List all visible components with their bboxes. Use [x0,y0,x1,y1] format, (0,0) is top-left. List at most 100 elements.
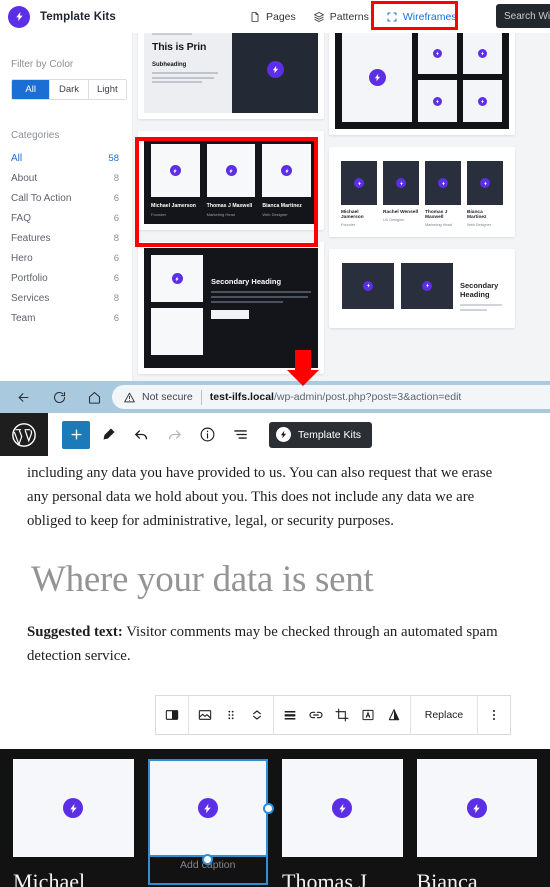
undo-icon[interactable] [126,420,156,449]
brand-title: Template Kits [40,10,116,23]
template-kits-button[interactable]: Template Kits [269,421,373,448]
category-name: Services [11,292,50,304]
reload-icon[interactable] [50,388,68,406]
lightning-bolt-icon [433,48,442,58]
category-item-all[interactable]: All 58 [0,148,132,168]
paragraph-block-suggested-text[interactable]: Suggested text: Visitor comments may be … [0,601,550,669]
browser-window: Not secure test-ilfs.local/wp-admin/post… [0,381,550,887]
team-four-grid: Michael Jamerson Founder Rachel Wensell … [335,153,509,231]
library-nav: Pages Patterns Wireframes [249,0,457,33]
member-image-placeholder[interactable] [13,759,134,857]
team-column-michael-jamerson[interactable]: Michael Jamerson [13,759,134,887]
image-placeholder [401,262,453,309]
wireframe-gallery[interactable]: This is Prin Subheading Michael Jamerson… [133,33,550,381]
category-count: 6 [113,212,119,224]
category-name: Call To Action [11,192,72,204]
list-view-icon[interactable] [225,420,255,449]
wireframe-card-team-four[interactable]: Michael Jamerson Founder Rachel Wensell … [329,147,515,237]
secondary-body-lines [211,291,311,303]
search-input[interactable]: Search Wireframes [496,4,550,28]
wireframe-card-gallery-grid[interactable] [329,33,515,135]
wireframe-card-team-three[interactable]: Michael Jamerson Founder Thomas J Maxwel… [138,131,324,230]
member-role: Founder [151,212,166,217]
member-image-placeholder[interactable] [282,759,403,857]
category-item-about[interactable]: About 8 [0,168,132,188]
link-icon[interactable] [303,696,329,734]
tools-pencil-icon[interactable] [93,420,123,449]
hero-image-side [232,33,318,113]
omnibox-divider [200,389,202,405]
color-filter-light[interactable]: Light [88,80,126,99]
member-name: Michael Jamerson [151,203,196,209]
category-item-services[interactable]: Services 8 [0,288,132,308]
tab-pages[interactable]: Pages [249,11,296,23]
address-bar[interactable]: Not secure test-ilfs.local/wp-admin/post… [112,385,550,409]
team-column-bianca-martinez[interactable]: Bianca Martinez [416,759,538,887]
team-column-thomas-j-maxwell[interactable]: Thomas J Maxwell [282,759,403,887]
wireframe-card-hero-split[interactable]: This is Prin Subheading [138,33,324,119]
hero-split-preview: This is Prin Subheading [144,33,318,113]
team-member: Bianca Martinez Web Designer [262,144,312,217]
template-kits-library-panel: Template Kits Pages Patterns Wireframes [0,0,550,381]
wordpress-icon[interactable] [0,413,48,456]
info-icon[interactable] [192,420,222,449]
member-name[interactable]: Thomas J Maxwell [282,866,403,887]
lightning-bolt-icon [363,280,373,291]
replace-button[interactable]: Replace [414,696,474,734]
duotone-icon[interactable] [381,696,407,734]
team-member: Thomas J Maxwell Marketing Head [425,161,461,227]
add-block-button[interactable] [62,420,90,449]
paragraph-block-privacy[interactable]: including any data you have provided to … [0,456,550,534]
member-photo-placeholder [425,161,461,205]
category-item-hero[interactable]: Hero 6 [0,248,132,268]
secondary-body: Secondary Heading [460,263,502,314]
chevron-updown-icon[interactable] [244,696,270,734]
drag-dots-icon[interactable] [218,696,244,734]
lightning-bolt-icon [266,60,284,78]
align-icon[interactable] [277,696,303,734]
gallery-column-right: Michael Jamerson Founder Rachel Wensell … [329,33,515,340]
color-filter-dark[interactable]: Dark [50,80,89,99]
team-column-rachel-wensell[interactable]: Add caption Rachel Wensell [147,759,274,887]
kebab-icon[interactable] [481,696,507,734]
category-item-features[interactable]: Features 8 [0,228,132,248]
redo-icon[interactable] [159,420,189,449]
secondary-cta-button[interactable] [211,310,249,319]
member-name[interactable]: Bianca Martinez [417,866,538,887]
template-kits-header: Template Kits Pages Patterns Wireframes [0,0,550,34]
member-image-placeholder[interactable] [147,759,268,857]
home-icon[interactable] [85,388,103,406]
resize-handle-right[interactable] [263,803,274,814]
member-role: Web Designer [262,212,288,217]
grid-row [418,80,502,122]
grid-cell [463,33,502,74]
image-icon[interactable] [192,696,218,734]
member-name[interactable]: Michael Jamerson [13,866,134,887]
wireframe-card-secondary-heading-light[interactable]: Secondary Heading [329,248,515,328]
member-name: Thomas J Maxwell [206,203,253,209]
category-item-faq[interactable]: FAQ 6 [0,208,132,228]
category-count: 6 [113,252,119,264]
crop-icon[interactable] [329,696,355,734]
wordpress-editor-toolbar: Template Kits [0,413,550,457]
tab-wireframes[interactable]: Wireframes [386,11,457,23]
categories-label: Categories [11,130,60,141]
category-item-team[interactable]: Team 6 [0,308,132,328]
editor-canvas[interactable]: including any data you have provided to … [0,456,550,887]
arrow-left-icon[interactable] [14,388,32,406]
member-photo-placeholder [383,161,419,205]
lightning-bolt-icon [276,427,291,442]
lightning-bolt-icon [478,96,487,106]
category-item-call-to-action[interactable]: Call To Action 6 [0,188,132,208]
member-photo-placeholder [262,144,312,197]
text-over-image-icon[interactable] [355,696,381,734]
member-image-placeholder[interactable] [416,759,537,857]
heading-block-where-your-data-is-sent[interactable]: Where your data is sent [0,534,550,601]
team-columns-block[interactable]: Michael Jamerson Add caption Rachel Wens… [0,749,550,887]
image-placeholder [151,308,203,355]
member-photo-placeholder [341,161,377,205]
tab-patterns[interactable]: Patterns [313,11,369,23]
color-filter-all[interactable]: All [12,80,51,99]
columns-icon[interactable] [159,696,185,734]
category-item-portfolio[interactable]: Portfolio 6 [0,268,132,288]
